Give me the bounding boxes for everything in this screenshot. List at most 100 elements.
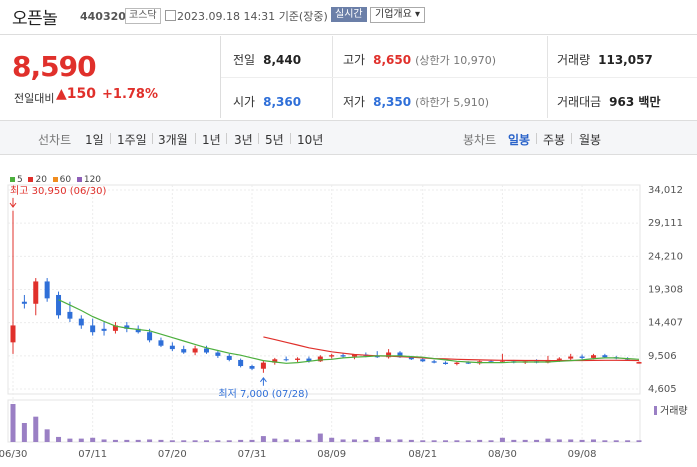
price-summary: 8,590 전일대비 ▲150 +1.78%	[0, 36, 221, 118]
candle-body	[579, 356, 585, 358]
ma-legend: 5 20 60 120	[10, 175, 101, 185]
volume-bar	[90, 437, 96, 442]
volume-bar	[340, 439, 346, 442]
stat-high: 고가 8,650 (상한가 10,970)	[343, 53, 496, 67]
tab-separator	[536, 133, 537, 144]
change-label: 전일대비	[14, 92, 55, 105]
candle-body	[477, 361, 483, 364]
y-axis: 34,012 29,111 24,210 19,308 14,407 9,506 4,605	[648, 185, 683, 395]
tab-separator	[571, 133, 572, 144]
candle-body	[283, 359, 289, 361]
line-chart-label: 선차트	[38, 133, 72, 147]
volume-bar	[386, 439, 392, 442]
volume-bar	[511, 439, 517, 442]
volume-bar	[454, 440, 460, 442]
candle-body	[602, 355, 608, 358]
candle-body	[101, 328, 107, 331]
volume-bar	[545, 438, 551, 442]
volume-bar	[431, 440, 437, 442]
volume-frame	[7, 399, 641, 443]
y-tick-label: 34,012	[648, 185, 683, 196]
volume-bar	[260, 436, 266, 442]
candle-body	[181, 349, 187, 353]
candle-body	[465, 362, 471, 364]
candle-body	[238, 359, 244, 367]
moving-averages	[58, 299, 640, 364]
volume-bar	[374, 436, 380, 442]
tab-1d[interactable]: 1일	[85, 131, 104, 148]
tab-5y[interactable]: 5년	[265, 131, 284, 148]
volume-bar	[158, 439, 164, 442]
volume-bar	[351, 439, 357, 442]
candle-body	[21, 301, 27, 304]
volume-bar	[112, 439, 118, 442]
candle-body	[215, 352, 221, 356]
realtime-button[interactable]: 실시간	[331, 7, 367, 22]
candle-body	[10, 325, 16, 343]
stat-open: 시가 8,360	[233, 95, 302, 109]
stock-code: 440320	[80, 10, 126, 23]
candle-body	[534, 361, 540, 363]
tab-daily[interactable]: 일봉	[508, 131, 530, 148]
min-arrow-icon	[260, 376, 267, 386]
y-tick-label: 29,111	[648, 218, 683, 229]
tab-separator	[258, 133, 259, 144]
candle-body	[306, 358, 312, 362]
candle-body	[636, 362, 642, 364]
candle-body	[226, 355, 232, 360]
volume-bar	[295, 439, 301, 442]
candle-body	[112, 325, 118, 331]
tab-1y[interactable]: 1년	[202, 131, 221, 148]
volume-bar	[465, 440, 471, 442]
volume-bar	[21, 423, 27, 442]
candle-body	[374, 355, 380, 358]
candle-body	[192, 348, 198, 353]
x-tick-label: 07/31	[238, 449, 267, 460]
stock-name: 오픈놀	[12, 9, 58, 29]
plot-frame	[7, 184, 641, 395]
candle-body	[329, 355, 335, 357]
tab-3m[interactable]: 3개월	[158, 131, 188, 148]
candle-body	[522, 361, 528, 363]
stock-header: 오픈놀 440320 코스닥 2023.09.18 14:31 기준(장중) 실…	[0, 0, 697, 35]
tab-weekly[interactable]: 주봉	[543, 131, 565, 148]
candle-body	[67, 311, 73, 319]
candle-body	[545, 359, 551, 363]
volume-bar	[44, 429, 50, 442]
candle-body	[625, 358, 631, 360]
candle-body	[488, 361, 494, 363]
company-overview-button[interactable]: 기업개요 ▾	[370, 7, 426, 23]
candle-body	[295, 358, 301, 360]
volume-bar	[78, 438, 84, 442]
candle-body	[443, 362, 449, 364]
candle-body	[169, 345, 175, 350]
dropdown-arrow-icon: ▾	[415, 9, 421, 20]
volume-bar	[124, 439, 130, 442]
legend-ma120: 120	[76, 175, 101, 185]
y-tick-label: 9,506	[648, 351, 677, 362]
stats-grid: 전일 8,440 고가 8,650 (상한가 10,970) 거래량 113,057 시…	[221, 36, 697, 118]
x-tick-label: 09/08	[568, 449, 597, 460]
change-value: ▲150	[56, 86, 97, 102]
candle-body	[397, 352, 403, 358]
tab-3y[interactable]: 3년	[234, 131, 253, 148]
x-tick-label: 07/11	[78, 449, 107, 460]
x-tick-label: 08/09	[317, 449, 346, 460]
tab-1w[interactable]: 1주일	[117, 131, 147, 148]
tab-monthly[interactable]: 월봉	[579, 131, 601, 148]
candle-body	[499, 361, 505, 363]
change-percent: +1.78%	[102, 87, 158, 102]
ma5-line	[58, 299, 640, 364]
stat-low: 저가 8,350 (하한가 5,910)	[343, 95, 489, 109]
x-tick-label: 08/21	[408, 449, 437, 460]
volume-bar	[556, 439, 562, 442]
volume-bar	[272, 438, 278, 442]
volume-bar	[33, 416, 39, 442]
tab-10y[interactable]: 10년	[297, 131, 323, 148]
candle-body	[420, 359, 426, 362]
candle-body	[78, 318, 84, 326]
candles	[10, 210, 642, 373]
volume-bar	[443, 440, 449, 442]
candle-body	[556, 358, 562, 360]
volume-bar	[408, 439, 414, 442]
